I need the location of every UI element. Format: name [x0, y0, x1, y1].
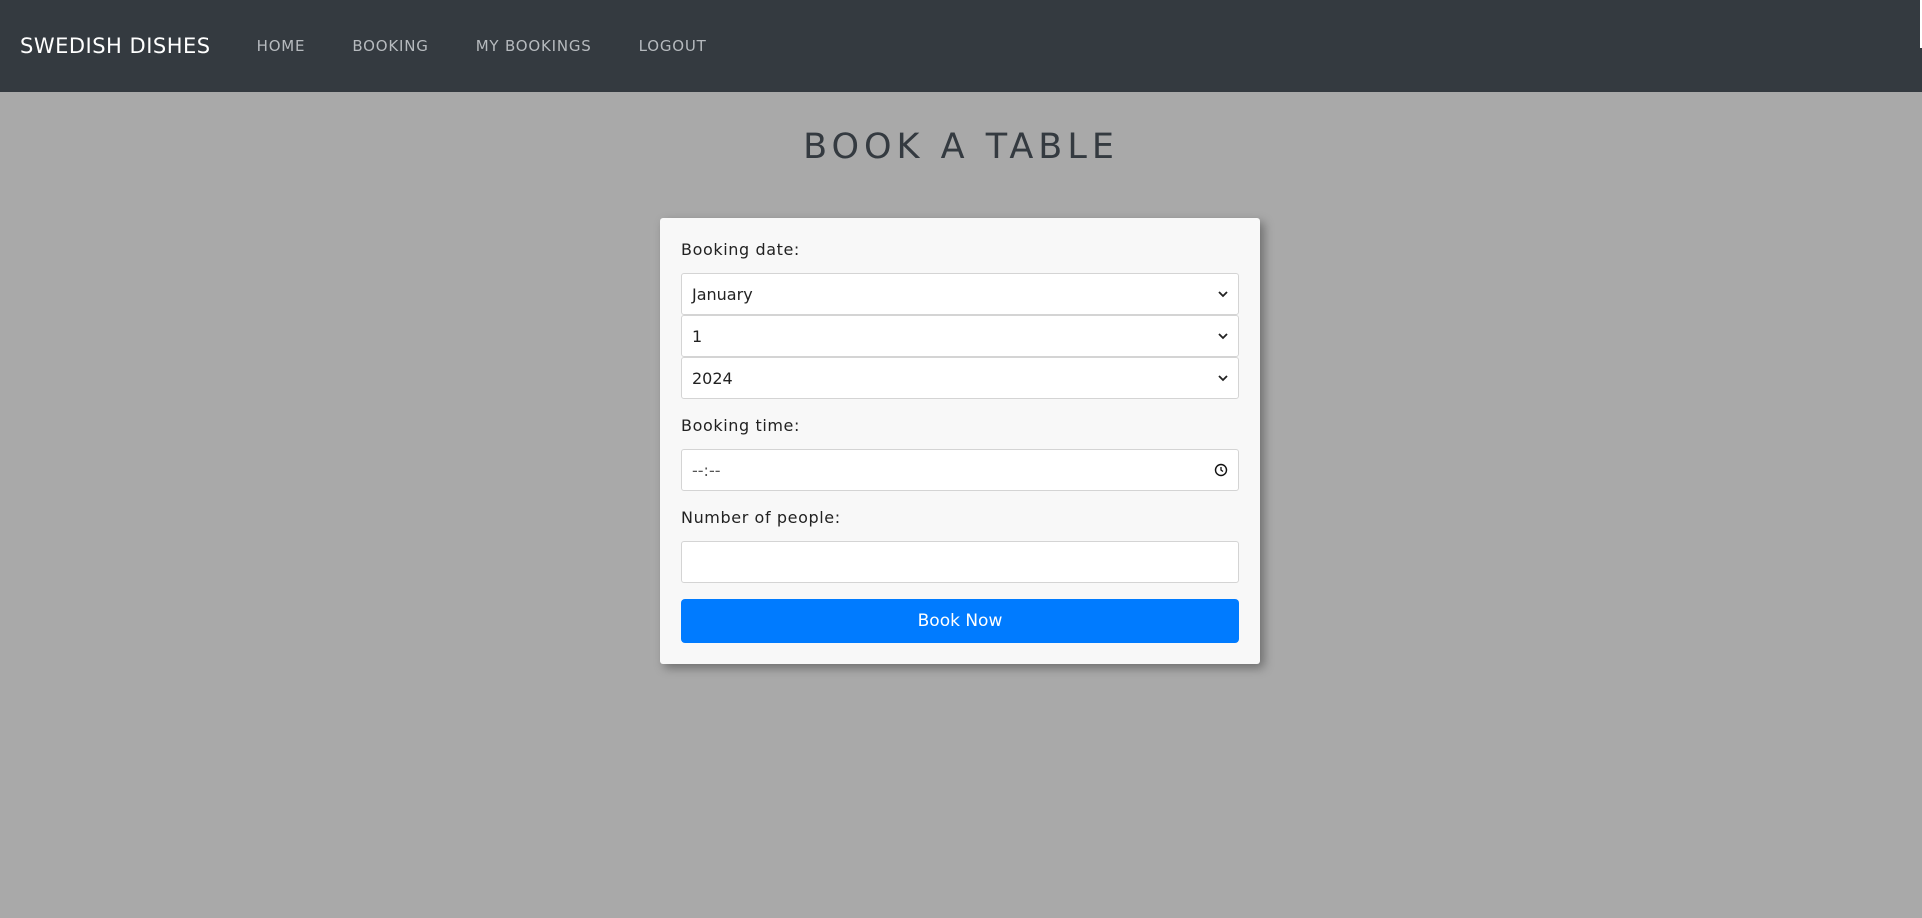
booking-time-value: --:-- — [692, 460, 721, 480]
month-select[interactable]: January — [681, 273, 1239, 315]
booking-time-label: Booking time: — [681, 416, 800, 435]
booking-time-input[interactable]: --:-- — [681, 449, 1239, 491]
book-now-button[interactable]: Book Now — [681, 599, 1239, 643]
day-select-value: 1 — [692, 326, 703, 346]
chevron-down-icon — [1218, 291, 1228, 298]
clock-icon[interactable] — [1214, 463, 1228, 477]
top-navbar: SWEDISH DISHES HOME BOOKING MY BOOKINGS … — [0, 0, 1922, 92]
year-select[interactable]: 2024 — [681, 357, 1239, 399]
brand-link[interactable]: SWEDISH DISHES — [20, 34, 211, 58]
nav-item-booking[interactable]: BOOKING — [352, 37, 428, 55]
month-select-value: January — [692, 284, 753, 304]
day-select[interactable]: 1 — [681, 315, 1239, 357]
number-of-people-label: Number of people: — [681, 508, 841, 527]
nav-item-my-bookings[interactable]: MY BOOKINGS — [476, 37, 592, 55]
page-title: BOOK A TABLE — [803, 127, 1119, 167]
chevron-down-icon — [1218, 375, 1228, 382]
year-select-value: 2024 — [692, 368, 733, 388]
chevron-down-icon — [1218, 333, 1228, 340]
nav-item-logout[interactable]: LOGOUT — [639, 37, 707, 55]
booking-form-card: Booking date: January 1 2024 Booking tim… — [660, 218, 1260, 664]
nav-menu: HOME BOOKING MY BOOKINGS LOGOUT — [234, 37, 754, 55]
booking-date-label: Booking date: — [681, 240, 800, 259]
nav-item-home[interactable]: HOME — [257, 37, 306, 55]
number-of-people-input[interactable] — [681, 541, 1239, 583]
